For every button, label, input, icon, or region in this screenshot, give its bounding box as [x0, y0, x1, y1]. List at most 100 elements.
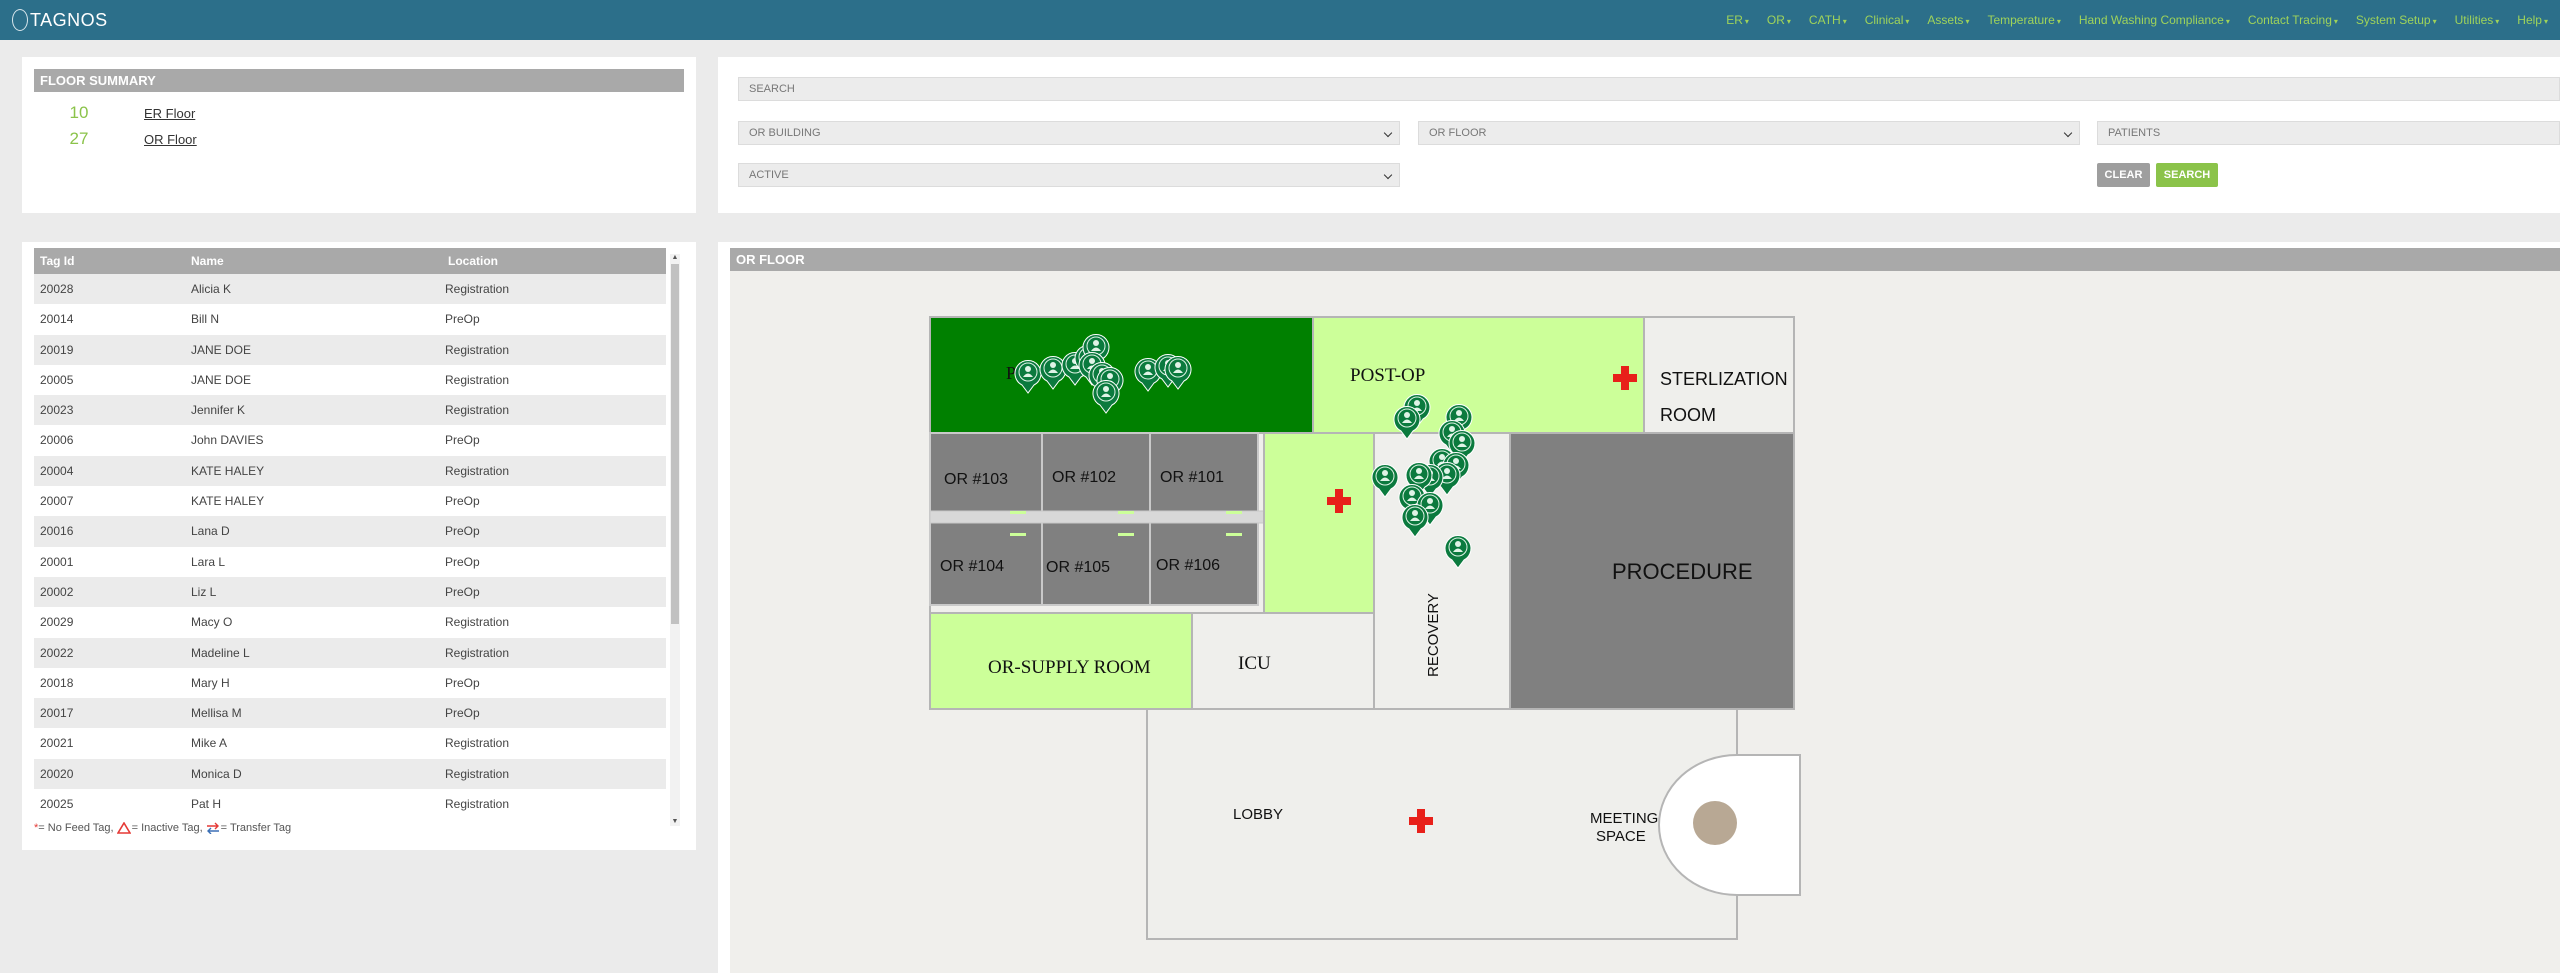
tag-id-cell: 20004	[40, 463, 74, 478]
nav-item-er[interactable]: ER ▾	[1726, 13, 1749, 27]
nav-item-clinical[interactable]: Clinical ▾	[1865, 13, 1910, 27]
nav-item-assets[interactable]: Assets ▾	[1927, 13, 1969, 27]
table-scrollbar[interactable]: ▲ ▼	[670, 254, 680, 826]
room-or105-label: OR #105	[1046, 559, 1110, 576]
caret-down-icon: ▾	[1905, 17, 1910, 26]
caret-down-icon: ▾	[2225, 17, 2230, 26]
location-cell: Registration	[445, 403, 510, 418]
header-location[interactable]: Location	[448, 248, 498, 274]
tag-id-cell: 20020	[40, 766, 74, 781]
room-lobby-label: LOBBY	[1233, 806, 1283, 823]
search-input[interactable]: SEARCH	[738, 77, 2560, 101]
table-row[interactable]: 20004 KATE HALEY Registration	[34, 455, 666, 487]
logo-text: TAGNOS	[30, 9, 108, 30]
nav-item-help[interactable]: Help ▾	[2517, 13, 2548, 27]
door-marker	[1010, 533, 1026, 536]
map-title: OR FLOOR	[730, 248, 2560, 271]
nav-item-or[interactable]: OR ▾	[1767, 13, 1791, 27]
floor-map-panel: OR FLOOR PRE POST-OP STERLIZATION ROOM	[718, 242, 2560, 973]
name-cell: Lara L	[191, 554, 226, 569]
nav-label: Hand Washing Compliance	[2078, 13, 2224, 27]
room-meeting-label-1: MEETING	[1590, 810, 1658, 827]
floor-summary-row-er: 10 ER Floor	[34, 102, 196, 124]
room-sterilization-label-2: ROOM	[1660, 405, 1716, 425]
table-row[interactable]: 20001 Lara L PreOp	[34, 546, 666, 577]
building-select[interactable]: OR BUILDING	[738, 121, 1400, 145]
table-row[interactable]: 20007 KATE HALEY PreOp	[34, 486, 666, 517]
room-procedure-label: PROCEDURE	[1612, 559, 1753, 584]
location-cell: PreOp	[445, 312, 480, 327]
nav-item-utilities[interactable]: Utilities ▾	[2455, 13, 2500, 27]
transfer-arrows-icon	[206, 822, 219, 834]
room-postop-label: POST-OP	[1350, 365, 1425, 386]
caret-down-icon: ▾	[1786, 17, 1791, 26]
location-cell: Registration	[445, 736, 510, 751]
caret-down-icon: ▾	[2333, 17, 2338, 26]
patients-input[interactable]: PATIENTS	[2097, 121, 2560, 145]
nav-label: OR	[1766, 13, 1785, 27]
nav-label: CATH	[1808, 13, 1841, 27]
table-row[interactable]: 20029 Macy O Registration	[34, 607, 666, 638]
location-cell: Registration	[445, 282, 510, 296]
scroll-up-arrow-icon[interactable]: ▲	[671, 254, 679, 262]
tag-id-cell: 20021	[40, 736, 74, 751]
status-select[interactable]: ACTIVE	[738, 163, 1400, 187]
er-floor-link[interactable]: ER Floor	[144, 106, 195, 121]
name-cell: KATE HALEY	[191, 494, 265, 509]
name-cell: Liz L	[191, 584, 217, 599]
caret-down-icon: ▾	[2056, 17, 2061, 26]
floor-select[interactable]: OR FLOOR	[1418, 121, 2080, 145]
table-row[interactable]: 20018 Mary H PreOp	[34, 667, 666, 699]
name-cell: KATE HALEY	[191, 463, 265, 478]
tag-id-cell: 20001	[40, 554, 74, 569]
nav-item-system-setup[interactable]: System Setup ▾	[2356, 13, 2437, 27]
table-row[interactable]: 20005 JANE DOE Registration	[34, 364, 666, 396]
caret-down-icon: ▾	[2543, 17, 2548, 26]
location-cell: PreOp	[445, 675, 480, 690]
or-floor-link[interactable]: OR Floor	[144, 132, 197, 147]
clear-button[interactable]: CLEAR	[2097, 163, 2150, 187]
name-cell: Mellisa M	[191, 706, 242, 721]
location-cell: Registration	[445, 463, 510, 478]
or-floor-count: 27	[69, 129, 89, 148]
table-row[interactable]: 20021 Mike A Registration	[34, 728, 666, 759]
table-row[interactable]: 20016 Lana D PreOp	[34, 516, 666, 547]
nav-item-temperature[interactable]: Temperature ▾	[1987, 13, 2060, 27]
table-row[interactable]: 20025 Pat H Registration	[34, 789, 666, 818]
tag-id-cell: 20023	[40, 403, 74, 418]
header-tag-id[interactable]: Tag Id	[40, 248, 74, 274]
tagnos-logo[interactable]: TAGNOS	[12, 9, 108, 31]
table-row[interactable]: 20023 Jennifer K Registration	[34, 395, 666, 426]
nav-item-contact-tracing[interactable]: Contact Tracing ▾	[2248, 13, 2338, 27]
meeting-table-icon	[1693, 801, 1737, 845]
room-or101-label: OR #101	[1160, 469, 1224, 486]
tag-id-cell: 20025	[40, 797, 74, 812]
room-icu[interactable]	[1191, 612, 1375, 710]
legend-no-feed: = No Feed Tag,	[38, 822, 114, 834]
table-row[interactable]: 20017 Mellisa M PreOp	[34, 698, 666, 729]
location-cell: Registration	[445, 615, 510, 630]
table-row[interactable]: 20022 Madeline L Registration	[34, 637, 666, 668]
name-cell: Bill N	[191, 312, 220, 327]
table-row[interactable]: 20006 John DAVIES PreOp	[34, 425, 666, 456]
location-cell: PreOp	[445, 494, 480, 509]
table-row[interactable]: 20020 Monica D Registration	[34, 758, 666, 790]
table-row[interactable]: 20002 Liz L PreOp	[34, 576, 666, 608]
caret-down-icon: ▾	[2432, 17, 2437, 26]
tag-id-cell: 20022	[40, 645, 74, 660]
er-floor-count: 10	[69, 103, 89, 122]
table-row[interactable]: 20019 JANE DOE Registration	[34, 334, 666, 365]
table-row[interactable]: 20028 Alicia K Registration	[34, 274, 666, 305]
nav-item-hand-washing-compliance[interactable]: Hand Washing Compliance ▾	[2079, 13, 2230, 27]
caret-down-icon: ▾	[1842, 17, 1847, 26]
room-supply-corridor[interactable]	[1263, 432, 1375, 614]
scroll-thumb[interactable]	[671, 264, 679, 624]
room-meeting-label-2: SPACE	[1596, 828, 1646, 845]
nav-item-cath[interactable]: CATH ▾	[1809, 13, 1847, 27]
floor-plan-svg[interactable]: PRE POST-OP STERLIZATION ROOM OR #10	[730, 271, 2560, 973]
search-button[interactable]: SEARCH	[2156, 163, 2218, 187]
floor-map[interactable]: PRE POST-OP STERLIZATION ROOM OR #10	[730, 271, 2560, 973]
scroll-down-arrow-icon[interactable]: ▼	[671, 818, 679, 826]
header-name[interactable]: Name	[191, 248, 224, 274]
table-row[interactable]: 20014 Bill N PreOp	[34, 304, 666, 335]
